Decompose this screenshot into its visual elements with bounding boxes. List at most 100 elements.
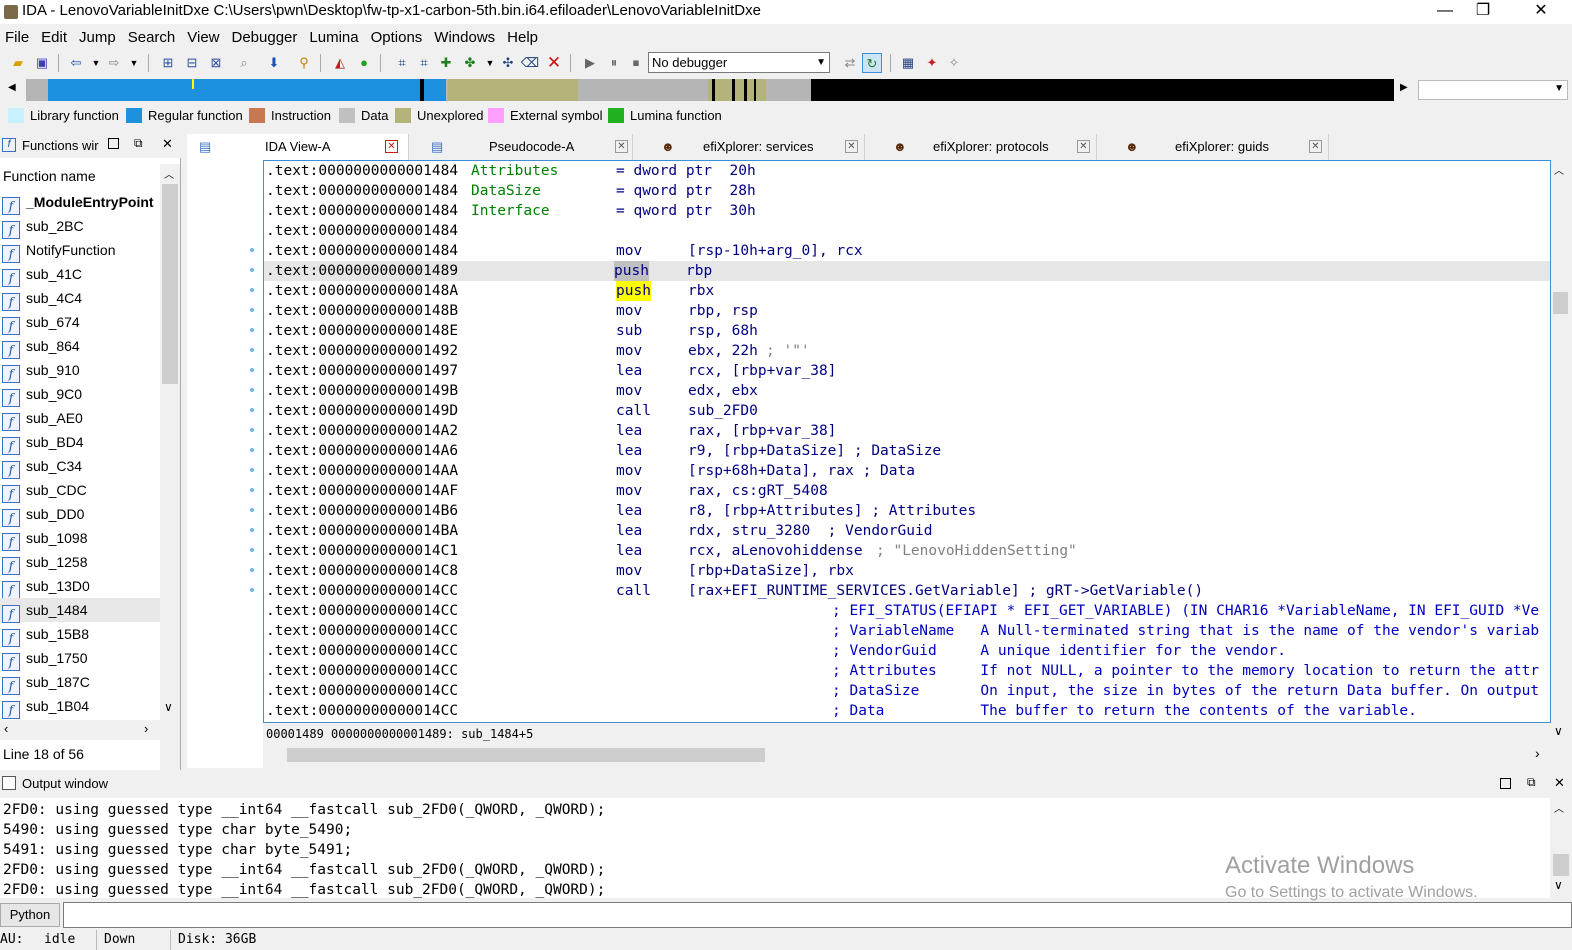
function-list-item[interactable]: f sub_187C <box>0 670 160 695</box>
operands[interactable]: rcx, [rbp+var_38] <box>688 361 836 381</box>
restore-panel-icon[interactable] <box>1500 778 1511 789</box>
close-tab-icon[interactable]: ✕ <box>1077 140 1090 153</box>
mnemonic[interactable]: lea <box>616 541 642 561</box>
code-line[interactable]: .text:00000000000014C8 mov [rbp+DataSize],… <box>266 561 854 581</box>
code-line[interactable]: .text:0000000000001497 lea rcx, [rbp+var_3… <box>266 361 836 381</box>
code-vertical-scrollbar[interactable]: ︿ ∨ <box>1551 160 1570 745</box>
operands[interactable]: rbx <box>688 281 714 301</box>
scroll-down-icon[interactable]: ∨ <box>1554 724 1563 738</box>
operands[interactable]: r8, [rbp+Attributes] ; Attributes <box>688 501 976 521</box>
disassembly-listing[interactable]: .text:0000000000001484 Attributes = dword … <box>263 160 1551 723</box>
code-line[interactable]: .text:00000000000014A2 lea rax, [rbp+var_3… <box>266 421 836 441</box>
function-list-item[interactable]: f sub_15B8 <box>0 622 160 647</box>
mnemonic[interactable]: push <box>616 281 651 301</box>
function-list-item[interactable]: f _ModuleEntryPoint <box>0 190 160 215</box>
functions-vertical-scrollbar[interactable]: ︿ ∨ <box>160 164 180 850</box>
debugger-select[interactable]: No debugger ▼ <box>648 52 830 73</box>
operands[interactable]: [rsp+68h+Data], rax ; Data <box>688 461 915 481</box>
code-icon[interactable]: ⌗ <box>392 53 412 73</box>
scroll-up-icon[interactable]: ︿ <box>1554 800 1564 815</box>
menu-file[interactable]: File <box>0 27 36 49</box>
mnemonic[interactable]: lea <box>616 421 642 441</box>
code-line[interactable]: .text:00000000000014CC ; DataSize On inpu… <box>266 681 1539 701</box>
float-panel-icon[interactable]: ⧉ <box>134 136 143 151</box>
data-icon[interactable]: ⌗ <box>414 53 434 73</box>
function-list-item[interactable]: f sub_4C4 <box>0 286 160 311</box>
mnemonic[interactable]: mov <box>616 461 642 481</box>
search-next-icon[interactable]: ⌕ <box>234 53 254 73</box>
function-list-item[interactable]: f sub_AE0 <box>0 406 160 431</box>
operands[interactable]: [rbp+DataSize], rbx <box>688 561 854 581</box>
mnemonic[interactable]: mov <box>616 241 642 261</box>
code-line[interactable]: .text:00000000000014A6 lea r9, [rbp+DataSi… <box>266 441 941 461</box>
nav-right-arrow-icon[interactable]: ▶ <box>1400 82 1408 93</box>
close-tab-icon[interactable]: ✕ <box>845 140 858 153</box>
array-icon[interactable]: ✤ <box>460 53 480 73</box>
breakpoints-icon[interactable]: ▦ <box>898 53 918 73</box>
code-line[interactable]: .text:0000000000001484 Attributes = dword … <box>266 161 756 181</box>
undefine-icon[interactable]: ⌫ <box>520 53 540 73</box>
operands[interactable]: rbp <box>686 261 712 281</box>
stack-var-name[interactable]: DataSize <box>471 181 541 201</box>
tab-efixplorer-services[interactable]: ☻ efiXplorer: services ✕ <box>635 134 865 160</box>
scrollbar-thumb[interactable] <box>1553 854 1569 876</box>
code-line[interactable]: .text:0000000000001492 mov ebx, 22h ; '"' <box>266 341 810 361</box>
code-line[interactable]: .text:0000000000001484 <box>266 221 458 241</box>
mnemonic[interactable]: mov <box>616 561 642 581</box>
close-panel-icon[interactable]: ✕ <box>1554 775 1565 791</box>
code-line[interactable]: .text:000000000000148A push rbx <box>266 281 714 301</box>
scrollbar-thumb[interactable] <box>1553 292 1568 314</box>
menu-help[interactable]: Help <box>502 27 545 49</box>
menu-lumina[interactable]: Lumina <box>304 27 365 49</box>
code-line[interactable]: .text:00000000000014CC ; Attributes If no… <box>266 661 1539 681</box>
function-list-item[interactable]: f sub_13D0 <box>0 574 160 599</box>
function-list-item[interactable]: f sub_864 <box>0 334 160 359</box>
code-line[interactable]: .text:0000000000001489 push rbp <box>264 261 1550 281</box>
menu-options[interactable]: Options <box>366 27 430 49</box>
tab-ida-view-a[interactable]: ▤ IDA View-A ✕ <box>187 134 409 160</box>
mnemonic[interactable]: call <box>616 581 651 601</box>
forward-dropdown-icon[interactable]: ▼ <box>124 53 144 73</box>
menu-jump[interactable]: Jump <box>74 27 123 49</box>
function-list-item[interactable]: f sub_1750 <box>0 646 160 671</box>
function-list-item[interactable]: f sub_41C <box>0 262 160 287</box>
array-dropdown-icon[interactable]: ▼ <box>480 53 500 73</box>
operands[interactable]: rax, cs:gRT_5408 <box>688 481 828 501</box>
mnemonic[interactable]: push <box>614 261 649 281</box>
nav-band-dropdown[interactable]: ▼ <box>1418 80 1568 100</box>
back-arrow-icon[interactable]: ⇦ <box>66 53 86 73</box>
stack-var-name[interactable]: Interface <box>471 201 550 221</box>
float-panel-icon[interactable]: ⧉ <box>1527 775 1536 790</box>
code-line[interactable]: .text:0000000000001484 mov [rsp-10h+arg_0]… <box>266 241 863 261</box>
forward-arrow-icon[interactable]: ⇨ <box>104 53 124 73</box>
navigation-band[interactable] <box>26 79 1394 101</box>
python-cli-button[interactable]: Python <box>0 903 60 927</box>
mnemonic[interactable]: mov <box>616 341 642 361</box>
scroll-left-icon[interactable]: ‹ <box>4 721 8 736</box>
function-list-item[interactable]: f sub_1B04 <box>0 694 160 719</box>
menu-edit[interactable]: Edit <box>36 27 74 49</box>
function-list-item[interactable]: f sub_9C0 <box>0 382 160 407</box>
mnemonic[interactable]: lea <box>616 361 642 381</box>
code-line[interactable]: .text:00000000000014C1 lea rcx, aLenovohid… <box>266 541 1077 561</box>
code-line[interactable]: .text:00000000000014CC ; VariableName A N… <box>266 621 1539 641</box>
stack-var-name[interactable]: Attributes <box>471 161 558 181</box>
scrollbar-thumb[interactable] <box>162 184 178 384</box>
jump-down-icon[interactable]: ⬇ <box>264 53 284 73</box>
menu-windows[interactable]: Windows <box>429 27 502 49</box>
mnemonic[interactable]: call <box>616 401 651 421</box>
scroll-right-icon[interactable]: › <box>1535 745 1540 761</box>
operands[interactable]: rcx, aLenovohiddense <box>688 541 863 561</box>
code-line[interactable]: .text:0000000000001484 DataSize = qword pt… <box>266 181 756 201</box>
nav-left-arrow-icon[interactable]: ◀ <box>8 82 16 93</box>
mnemonic[interactable]: mov <box>616 301 642 321</box>
code-line[interactable]: .text:00000000000014AF mov rax, cs:gRT_540… <box>266 481 828 501</box>
code-line[interactable]: .text:00000000000014AA mov [rsp+68h+Data],… <box>266 461 915 481</box>
code-line[interactable]: .text:000000000000149D call sub_2FD0 <box>266 401 758 421</box>
output-vertical-scrollbar[interactable]: ︿ ∨ <box>1550 798 1572 898</box>
tab-efixplorer-protocols[interactable]: ☻ efiXplorer: protocols ✕ <box>867 134 1097 160</box>
search-text-icon[interactable]: ⊟ <box>182 53 202 73</box>
struct-icon[interactable]: ✣ <box>498 53 518 73</box>
start-debugger-icon[interactable]: ▶ <box>580 53 600 73</box>
scroll-down-icon[interactable]: ∨ <box>164 700 173 714</box>
